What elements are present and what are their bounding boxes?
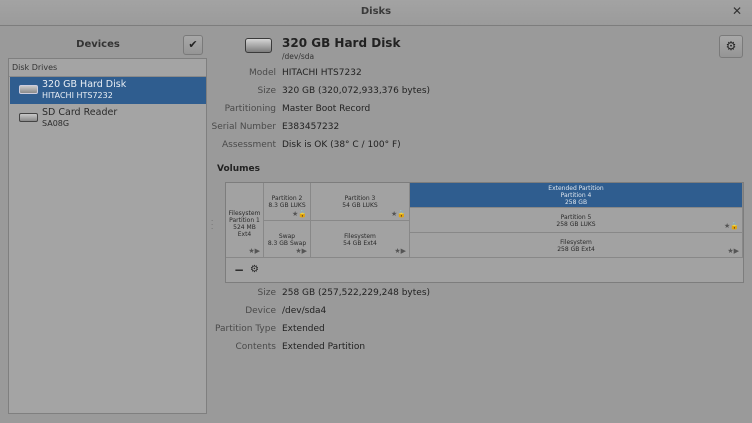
model-value: HITACHI HTS7232 [282,68,362,78]
select-mode-button[interactable]: ✔ [183,35,203,55]
volume-size: 54 GB LUKS [342,202,378,209]
assessment-value: Disk is OK (38° C / 100° F) [282,140,401,150]
partitioning-value: Master Boot Record [282,104,371,114]
hard-disk-icon [19,85,38,94]
volume-swap[interactable]: Swap 8.3 GB Swap ★▶ [264,221,311,258]
volume-partition-3[interactable]: Partition 3 54 GB LUKS ★🔒 [311,183,410,221]
volume-status-icons: ★🔒 [292,210,307,218]
volume-size-value: 258 GB (257,522,229,248 bytes) [282,288,431,298]
volumes-toolbar: − ⚙ [226,259,743,283]
volume-extended-partition-4[interactable]: Extended Partition Partition 4 258 GB [410,183,743,208]
volume-size: 258 GB LUKS [556,221,596,228]
serial-label: Serial Number [211,122,276,132]
volume-type: Swap [278,233,296,240]
volume-name: Partition 2 [271,195,303,202]
delete-partition-button[interactable]: − [234,263,244,277]
volume-device-label: Device [245,306,276,316]
resize-grip[interactable]: · · · [211,218,213,233]
disk-path: /dev/sda [282,52,315,61]
volume-name: Partition 1 [229,217,260,224]
volume-type: Filesystem [228,210,261,217]
volume-partition-2[interactable]: Partition 2 8.3 GB LUKS ★🔒 [264,183,311,221]
volume-device-value: /dev/sda4 [282,306,327,316]
volume-size-label: Size [257,288,276,298]
volume-size: 524 MB Ext4 [233,224,256,238]
device-model: HITACHI HTS7232 [42,91,113,100]
close-icon[interactable]: ✕ [732,4,742,18]
window-title: Disks [360,6,392,17]
partition-type-label: Partition Type [214,324,276,334]
contents-value: Extended Partition [282,342,366,352]
volume-status-icons: ★▶ [295,247,307,255]
disk-title: 320 GB Hard Disk [282,36,401,50]
volumes-map: Filesystem Partition 1 524 MB Ext4 ★▶ Pa… [225,182,744,283]
volume-status-icons: ★▶ [248,247,260,255]
contents-label: Contents [235,342,276,352]
device-name: SD Card Reader [42,107,118,118]
volume-size: 54 GB Ext4 [343,240,377,247]
volume-name: Partition 5 [560,214,592,221]
volume-name: Partition 4 [560,192,592,199]
volume-size: 258 GB Ext4 [557,246,595,253]
hard-disk-icon [245,38,272,53]
volume-type: Filesystem [344,233,376,240]
disk-settings-button[interactable]: ⚙ [719,35,743,58]
volume-type: Filesystem [560,239,592,246]
volume-partition-1[interactable]: Filesystem Partition 1 524 MB Ext4 ★▶ [226,183,264,258]
serial-value: E383457232 [282,122,340,132]
model-label: Model [248,68,276,78]
volume-name: Partition 3 [344,195,376,202]
volume-size: 8.3 GB LUKS [268,202,306,209]
assessment-label: Assessment [222,140,276,150]
partitioning-label: Partitioning [224,104,276,114]
volume-size: 8.3 GB Swap [267,240,307,247]
device-name: 320 GB Hard Disk [42,79,127,90]
volume-status-icons: ★▶ [394,247,406,255]
volume-filesystem-258gb[interactable]: Filesystem 258 GB Ext4 ★▶ [410,233,743,258]
volume-status-icons: ★🔒 [724,222,739,230]
volumes-heading: Volumes [217,164,260,174]
size-value: 320 GB (320,072,933,376 bytes) [282,86,431,96]
partition-options-icon[interactable]: ⚙ [250,264,259,275]
volume-partition-5[interactable]: Partition 5 258 GB LUKS ★🔒 [410,208,743,233]
gear-icon: ⚙ [725,39,737,53]
volume-size: 258 GB [564,199,588,206]
sd-card-icon [19,113,38,122]
volume-status-icons: ★▶ [727,247,739,255]
size-label: Size [257,86,276,96]
title-bar: Disks ✕ [0,0,752,26]
devices-heading: Devices [76,39,120,50]
partition-type-value: Extended [282,324,325,334]
volume-type: Extended Partition [548,185,604,192]
volume-filesystem-54gb[interactable]: Filesystem 54 GB Ext4 ★▶ [311,221,410,258]
device-model: SA08G [42,119,70,128]
volume-status-icons: ★🔒 [391,210,406,218]
